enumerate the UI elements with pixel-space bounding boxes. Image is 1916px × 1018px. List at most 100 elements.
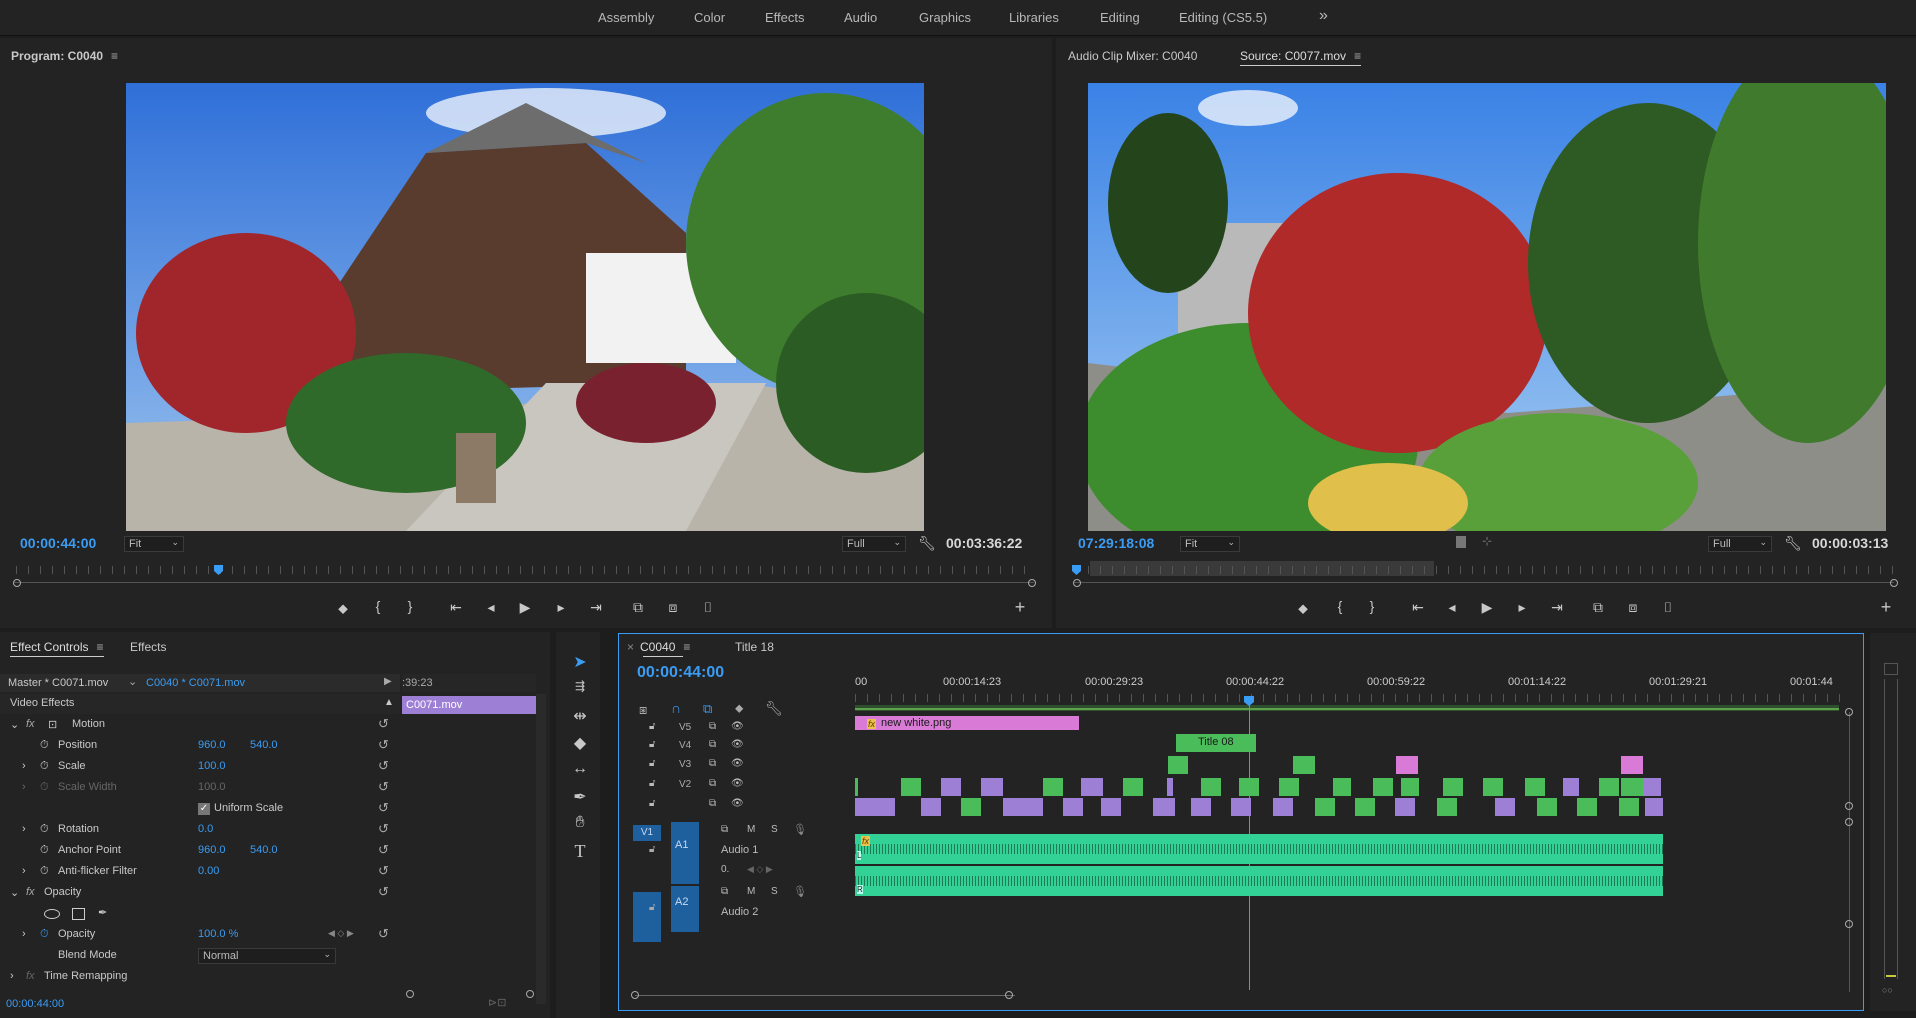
- stopwatch-icon[interactable]: ⏱︎: [40, 844, 49, 857]
- tab-effects[interactable]: Effects: [130, 640, 166, 654]
- program-time-ruler[interactable]: [16, 566, 1034, 574]
- motion-row[interactable]: ⌄ fx ⊡ Motion ↺: [0, 715, 400, 735]
- source-patch-v1[interactable]: V1: [633, 825, 661, 841]
- stopwatch-icon[interactable]: ⏱︎: [40, 760, 49, 773]
- reset-icon[interactable]: ↺: [378, 842, 389, 858]
- track-select-tool-icon[interactable]: ⇶: [568, 679, 592, 701]
- track-label-v3[interactable]: V3: [679, 759, 691, 770]
- clip-v3[interactable]: [1396, 756, 1418, 774]
- tab-effect-controls[interactable]: Effect Controls ≡: [10, 640, 104, 657]
- chevron-down-icon[interactable]: ⌄: [10, 718, 19, 731]
- step-forward-icon[interactable]: ▸: [1512, 599, 1532, 616]
- clip-v1[interactable]: [1231, 798, 1251, 816]
- clip-v2[interactable]: [1483, 778, 1503, 796]
- clip-v2[interactable]: [1201, 778, 1221, 796]
- clip-v1[interactable]: [1495, 798, 1515, 816]
- position-x-value[interactable]: 960.0: [198, 739, 226, 751]
- clip-v3[interactable]: [1168, 756, 1188, 774]
- zoom-handle[interactable]: [1845, 802, 1853, 810]
- solo-button[interactable]: S: [771, 824, 778, 835]
- solo-button[interactable]: S: [771, 886, 778, 897]
- chevron-up-icon[interactable]: ▲: [384, 697, 394, 708]
- sync-lock-icon[interactable]: ⧉: [721, 824, 728, 835]
- ec-mini-ruler[interactable]: :39:23: [402, 674, 536, 692]
- reset-icon[interactable]: ↺: [378, 716, 389, 732]
- zoom-handle-left[interactable]: [406, 990, 414, 998]
- fx-badge[interactable]: fx: [861, 836, 871, 846]
- step-back-icon[interactable]: ◂: [481, 599, 501, 616]
- chevron-right-icon[interactable]: ›: [10, 970, 14, 982]
- source-zoom-bar[interactable]: [1074, 582, 1894, 583]
- clip-v1[interactable]: [1577, 798, 1597, 816]
- clip-v2[interactable]: [1081, 778, 1103, 796]
- time-remapping-row[interactable]: › fx Time Remapping: [0, 967, 400, 987]
- lock-icon[interactable]: 🔓︎: [649, 778, 655, 789]
- reset-icon[interactable]: ↺: [378, 821, 389, 837]
- uniform-scale-checkbox[interactable]: ✓: [198, 803, 210, 815]
- clip-v2[interactable]: [1239, 778, 1259, 796]
- add-marker-icon[interactable]: ⬥: [1293, 600, 1313, 617]
- toggle-sync-icon[interactable]: ⧉: [709, 758, 716, 769]
- tab-source-monitor[interactable]: Source: C0077.mov ≡: [1240, 49, 1362, 66]
- drag-audio-icon[interactable]: ⊹: [1482, 534, 1492, 548]
- clip-v2[interactable]: [1279, 778, 1299, 796]
- clip-v1[interactable]: [961, 798, 981, 816]
- clip-v1[interactable]: [855, 798, 895, 816]
- master-clip-label[interactable]: Master * C0071.mov: [8, 677, 108, 689]
- stopwatch-icon[interactable]: ⏱︎: [40, 823, 49, 836]
- lock-icon[interactable]: 🔓︎: [649, 844, 655, 855]
- zoom-handle-right[interactable]: [1028, 579, 1036, 587]
- tab-sequence[interactable]: × C0040 ≡: [627, 640, 690, 654]
- clip-v2[interactable]: [1599, 778, 1619, 796]
- panel-menu-icon[interactable]: ≡: [1354, 49, 1361, 63]
- zoom-handle[interactable]: [1845, 920, 1853, 928]
- export-frame-icon[interactable]: ⌷: [698, 599, 718, 616]
- workspace-effects[interactable]: Effects: [765, 10, 805, 25]
- zoom-handle-right[interactable]: [526, 990, 534, 998]
- close-icon[interactable]: ×: [627, 640, 634, 654]
- export-frame-icon[interactable]: ⌷: [1658, 599, 1678, 616]
- keyframe-nav-icon[interactable]: ◀ ◇ ▶: [747, 864, 773, 875]
- filter-icon[interactable]: ⊳⊡: [488, 996, 506, 1009]
- stopwatch-icon[interactable]: ⏱︎: [40, 865, 49, 878]
- track-target-a1[interactable]: [671, 822, 699, 884]
- mute-button[interactable]: M: [747, 886, 755, 897]
- clip-v1[interactable]: [1003, 798, 1043, 816]
- drag-video-icon[interactable]: [1456, 536, 1466, 548]
- add-marker-icon[interactable]: ⬥: [333, 600, 353, 617]
- clip-v3[interactable]: [1621, 756, 1643, 774]
- chevron-right-icon[interactable]: ›: [22, 760, 26, 772]
- clip-v2[interactable]: [941, 778, 961, 796]
- zoom-handle-right[interactable]: [1005, 991, 1013, 999]
- workspace-editing-cs55[interactable]: Editing (CS5.5): [1179, 10, 1267, 25]
- hand-tool-icon[interactable]: ✋︎: [568, 814, 592, 836]
- toggle-sync-icon[interactable]: ⧉: [709, 721, 716, 732]
- stopwatch-icon[interactable]: ⏱︎: [40, 739, 49, 752]
- track-label-v2[interactable]: V2: [679, 779, 691, 790]
- toggle-sync-icon[interactable]: ⧉: [709, 778, 716, 789]
- program-zoom-bar[interactable]: [14, 582, 1034, 583]
- volume-value[interactable]: 0.: [721, 864, 729, 875]
- nest-toggle-icon[interactable]: ⧆: [639, 702, 647, 718]
- ec-zoom-bar[interactable]: [400, 988, 536, 1000]
- track-label-v4[interactable]: V4: [679, 740, 691, 751]
- reset-icon[interactable]: ↺: [378, 863, 389, 879]
- clip-v2[interactable]: [1333, 778, 1351, 796]
- antiflicker-value[interactable]: 0.00: [198, 865, 219, 877]
- lock-icon[interactable]: 🔓︎: [649, 902, 655, 913]
- clip-v1[interactable]: [1619, 798, 1639, 816]
- horizontal-zoom-bar[interactable]: [635, 995, 1015, 996]
- button-editor-icon[interactable]: +: [1876, 597, 1896, 618]
- eye-icon[interactable]: 👁︎: [731, 798, 744, 809]
- voiceover-mic-icon[interactable]: 🎙︎: [793, 885, 807, 898]
- sync-lock-icon[interactable]: ⧉: [721, 886, 728, 897]
- ec-mini-clip[interactable]: C0071.mov: [402, 696, 536, 714]
- ellipse-mask-icon[interactable]: [44, 909, 60, 919]
- reset-icon[interactable]: ↺: [378, 800, 389, 816]
- timeline-playhead-timecode[interactable]: 00:00:44:00: [637, 664, 724, 682]
- workspace-editing[interactable]: Editing: [1100, 10, 1140, 25]
- clip-v1[interactable]: [1101, 798, 1121, 816]
- zoom-handle[interactable]: [1845, 708, 1853, 716]
- pen-tool-icon[interactable]: ✒︎: [568, 787, 592, 809]
- wrench-icon[interactable]: 🔧︎: [765, 700, 783, 717]
